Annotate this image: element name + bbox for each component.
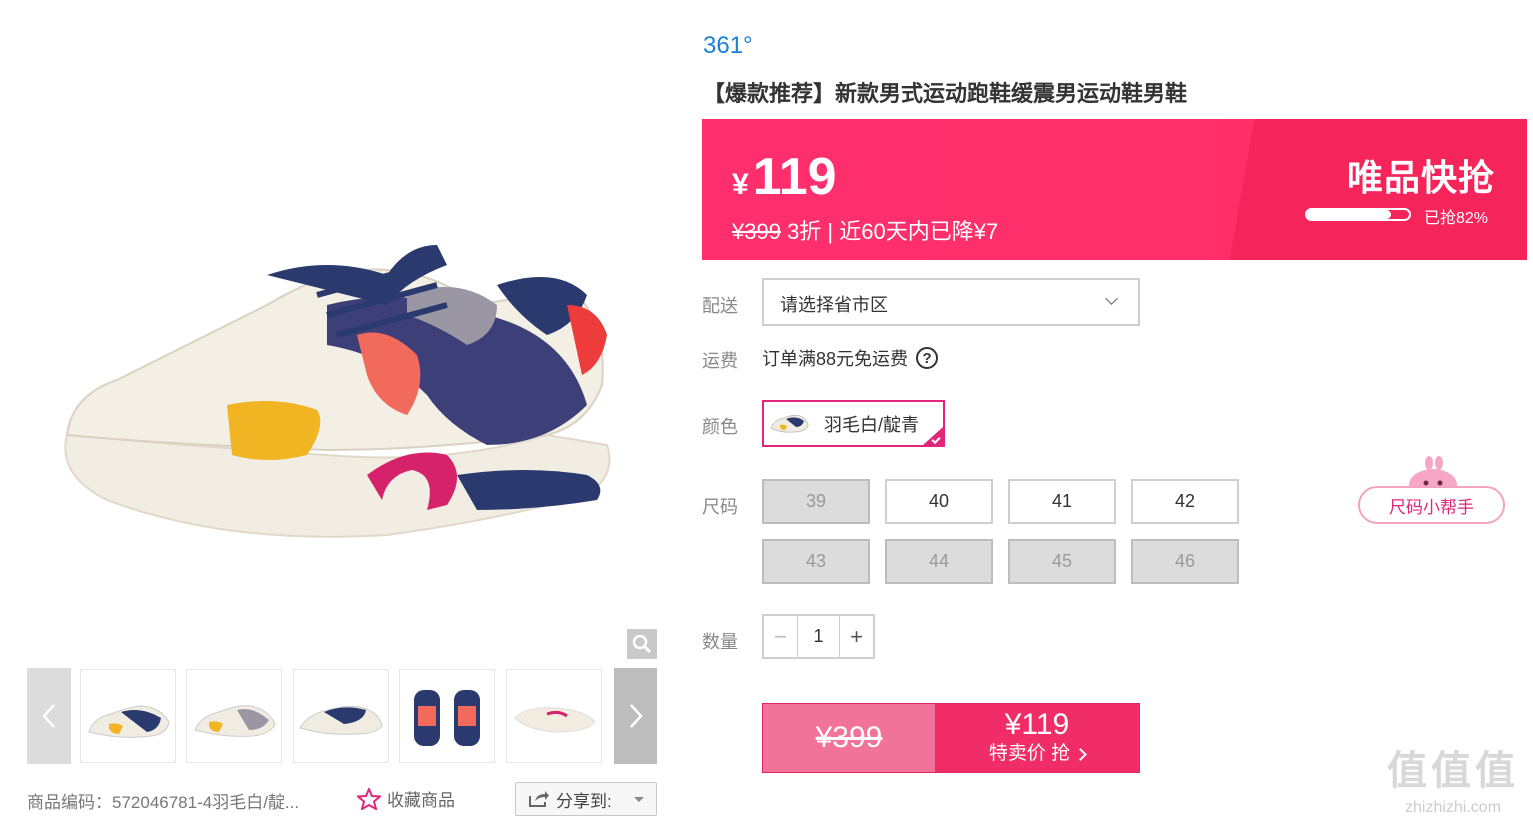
thumbnail-2[interactable] <box>186 669 282 763</box>
help-icon[interactable]: ? <box>916 347 939 369</box>
delivery-label: 配送 <box>702 296 738 316</box>
size-option[interactable]: 40 <box>885 479 993 524</box>
brand-link[interactable]: 361° <box>703 32 753 60</box>
thumbnail-strip <box>27 668 657 764</box>
flash-sale-label: 唯品快抢 <box>1347 157 1496 198</box>
size-option[interactable]: 46 <box>1131 539 1239 584</box>
price-value: 119 <box>752 148 837 206</box>
current-price: ¥ 119 <box>732 147 837 207</box>
buy-sale-price: ¥119 <box>1004 708 1070 741</box>
color-swatch-image <box>770 414 809 433</box>
magnifier-icon <box>632 634 652 654</box>
watermark-logo: 值值值 <box>1387 749 1519 793</box>
main-product-image[interactable] <box>27 5 657 660</box>
chevron-left-icon <box>42 704 55 728</box>
caret-down-icon <box>634 797 644 802</box>
thumbnail-image <box>88 705 170 738</box>
favorite-button[interactable]: 收藏商品 <box>357 786 455 811</box>
watermark-url: zhizhizhi.com <box>1404 799 1502 816</box>
favorite-label: 收藏商品 <box>387 791 455 810</box>
buy-label-wrap: 特卖价 抢 <box>988 741 1088 767</box>
price-banner: ¥ 119 ¥399 3折 | 近60天内已降¥7 唯品快抢 已抢82% <box>702 119 1527 260</box>
chevron-down-icon <box>1105 292 1118 305</box>
thumb-next-button[interactable] <box>614 668 657 764</box>
shipping-text: 订单满88元免运费 <box>762 349 909 369</box>
product-meta-row: 商品编码：572046781-4羽毛白/靛... 收藏商品 分享到: <box>27 782 657 816</box>
quantity-label: 数量 <box>702 632 738 652</box>
currency-symbol: ¥ <box>732 168 749 201</box>
thumbnail-3[interactable] <box>293 669 389 763</box>
buy-original-price: ¥399 <box>763 704 935 772</box>
star-icon <box>357 787 381 810</box>
thumbnail-image <box>299 705 383 735</box>
thumbnail-image <box>514 707 596 733</box>
sneaker-image <box>64 245 611 538</box>
thumbnail-5[interactable] <box>506 669 602 763</box>
buy-now-button[interactable]: ¥399 ¥119 特卖价 抢 <box>762 703 1140 773</box>
region-select[interactable]: 请选择省市区 <box>762 278 1140 326</box>
size-label: 尺码 <box>702 497 738 517</box>
quantity-stepper: − 1 + <box>762 614 875 659</box>
buy-label: 特卖价 抢 <box>988 743 1071 764</box>
size-option[interactable]: 41 <box>1008 479 1116 524</box>
original-price: ¥399 <box>732 219 781 244</box>
size-option[interactable]: 44 <box>885 539 993 584</box>
chevron-right-icon <box>629 704 643 728</box>
size-helper-button[interactable]: 尺码小帮手 <box>1358 486 1505 524</box>
price-subline: ¥399 3折 | 近60天内已降¥7 <box>732 214 998 246</box>
chevron-right-icon <box>1074 747 1088 761</box>
sold-progress-fill <box>1307 210 1391 219</box>
size-option[interactable]: 42 <box>1131 479 1239 524</box>
quantity-increase-button[interactable]: + <box>839 616 873 657</box>
color-label: 颜色 <box>702 417 738 437</box>
shipping-label: 运费 <box>702 351 738 371</box>
product-title: 【爆款推荐】新款男式运动跑鞋缓震男运动鞋男鞋 <box>703 81 1188 106</box>
zoom-button[interactable] <box>627 629 657 659</box>
color-option-selected[interactable]: 羽毛白/靛青 <box>762 400 945 447</box>
thumbnail-4[interactable] <box>399 669 495 763</box>
quantity-input[interactable]: 1 <box>798 616 839 657</box>
watermark: 值值值 zhizhizhi.com <box>1380 745 1526 825</box>
buy-sale-section: ¥119 特卖价 抢 <box>935 704 1139 772</box>
shipping-info: 订单满88元免运费 ? <box>762 345 939 371</box>
quantity-decrease-button[interactable]: − <box>764 616 798 657</box>
sold-progress-bar <box>1305 208 1411 221</box>
region-placeholder: 请选择省市区 <box>780 295 888 315</box>
thumb-prev-button[interactable] <box>27 668 71 764</box>
sku-code: 商品编码：572046781-4羽毛白/靛... <box>27 793 300 812</box>
sold-progress-label: 已抢82% <box>1424 210 1489 227</box>
color-option-label: 羽毛白/靛青 <box>824 414 920 435</box>
share-icon <box>529 791 549 807</box>
share-label: 分享到: <box>556 791 612 811</box>
share-dropdown[interactable]: 分享到: <box>515 782 657 816</box>
size-option[interactable]: 43 <box>762 539 870 584</box>
thumbnail-image <box>414 690 480 746</box>
size-option[interactable]: 39 <box>762 479 870 524</box>
size-option[interactable]: 45 <box>1008 539 1116 584</box>
thumbnail-1[interactable] <box>80 669 176 763</box>
thumbnail-image <box>194 705 276 737</box>
discount-text: 3折 | 近60天内已降¥7 <box>780 219 999 244</box>
